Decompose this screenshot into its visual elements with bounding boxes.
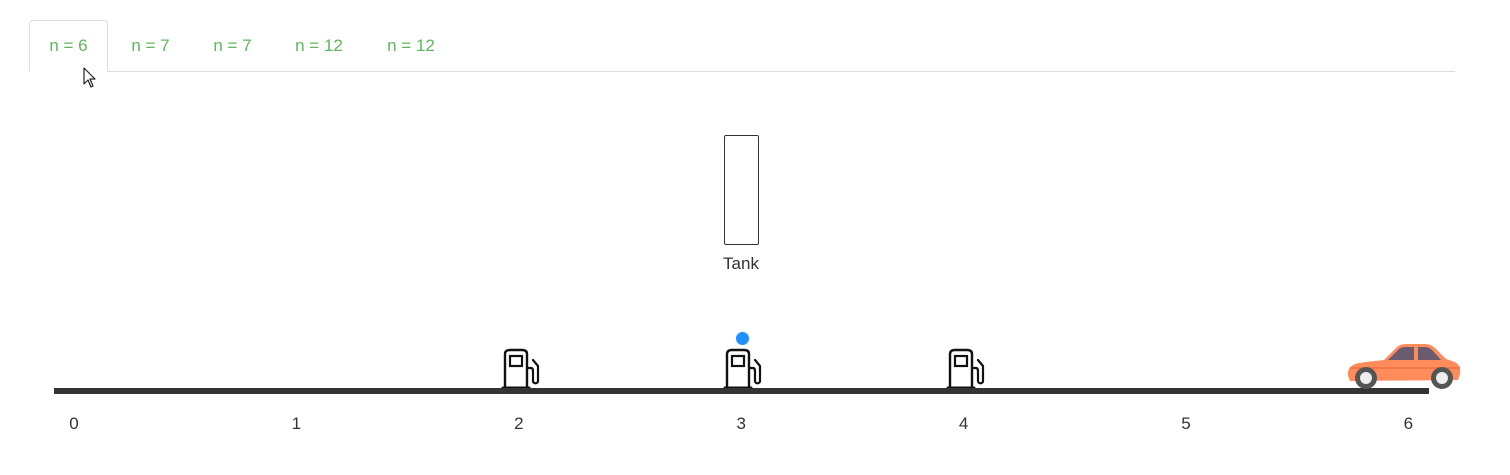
axis-tick-label: 4 [958, 414, 969, 433]
axis-tick-label: 5 [1181, 414, 1191, 433]
axis-tick-label: 6 [1403, 414, 1414, 433]
road-line [54, 388, 1429, 394]
tab-n-12-first[interactable]: n = 12 [281, 20, 357, 72]
tab-n-7-second[interactable]: n = 7 [199, 20, 266, 72]
car-icon [1348, 344, 1461, 389]
axis-tick-label: 3 [736, 414, 746, 433]
axis-tick-label: 1 [291, 414, 302, 433]
tank-label: Tank [723, 254, 759, 273]
tab-bar: n = 6 n = 7 n = 7 n = 12 n = 12 [29, 20, 1455, 72]
tab-n-12-second[interactable]: n = 12 [373, 20, 449, 72]
position-marker [736, 332, 750, 345]
mouse-pointer-icon [83, 67, 96, 88]
tab-n-6[interactable]: n = 6 [29, 20, 108, 72]
tank-body [723, 135, 759, 245]
axis-tick-label: 2 [514, 414, 524, 433]
tab-n-7-first[interactable]: n = 7 [117, 20, 184, 72]
tank-gauge: Tank [700, 135, 782, 274]
axis-tick-label: 0 [69, 414, 79, 433]
